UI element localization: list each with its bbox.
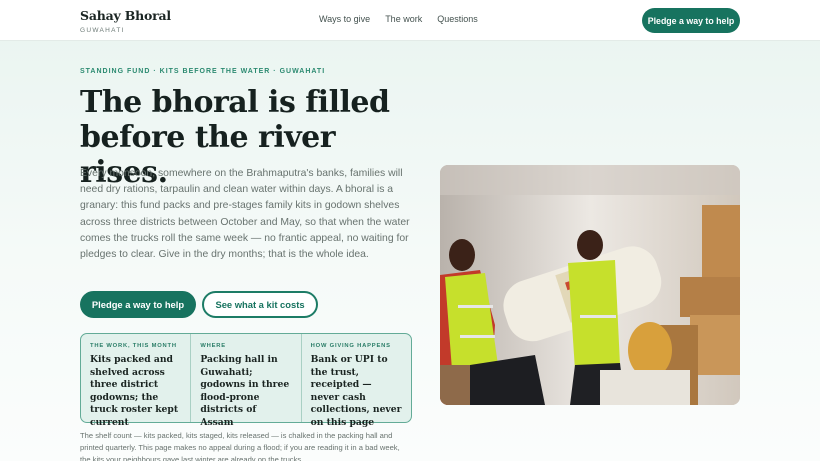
nav-link-questions[interactable]: Questions	[437, 14, 478, 24]
hero-photo	[440, 165, 740, 405]
header-pledge-button[interactable]: Pledge a way to help	[642, 8, 740, 33]
fact-giving: HOW GIVING HAPPENS Bank or UPI to the tr…	[300, 334, 411, 428]
main-nav: Ways to give The work Questions	[319, 14, 478, 24]
hero-eyebrow: STANDING FUND · KITS BEFORE THE WATER · …	[80, 68, 326, 75]
fact-value: Bank or UPI to the trust, receipted — ne…	[310, 354, 402, 428]
fact-where: WHERE Packing hall in Guwahati; godowns …	[190, 334, 300, 428]
fact-work: THE WORK, THIS MONTH Kits packed and she…	[81, 334, 190, 428]
footnote: The shelf count — kits packed, kits stag…	[80, 431, 400, 461]
workers-photo-illustration	[440, 165, 740, 405]
fact-label: HOW GIVING HAPPENS	[310, 343, 391, 349]
pledge-button[interactable]: Pledge a way to help	[80, 291, 196, 318]
hero-description: Every monsoon, somewhere on the Brahmapu…	[80, 168, 410, 261]
nav-link-the-work[interactable]: The work	[385, 14, 422, 24]
brand-city: GUWAHATI	[80, 27, 125, 34]
facts-panel: THE WORK, THIS MONTH Kits packed and she…	[80, 333, 412, 428]
brand-logo[interactable]: Sahay Bhoral GUWAHATI	[80, 8, 171, 34]
brand-name: Sahay Bhoral	[80, 8, 171, 23]
kit-cost-button[interactable]: See what a kit costs	[202, 291, 318, 318]
fact-value: Kits packed and shelved across three dis…	[90, 354, 179, 428]
fact-value: Packing hall in Guwahati; godowns in thr…	[200, 354, 290, 428]
fact-label: THE WORK, THIS MONTH	[90, 343, 177, 349]
site-header: Sahay Bhoral GUWAHATI Ways to give The w…	[0, 0, 820, 41]
nav-link-ways-to-give[interactable]: Ways to give	[319, 14, 370, 24]
fact-label: WHERE	[200, 343, 226, 349]
